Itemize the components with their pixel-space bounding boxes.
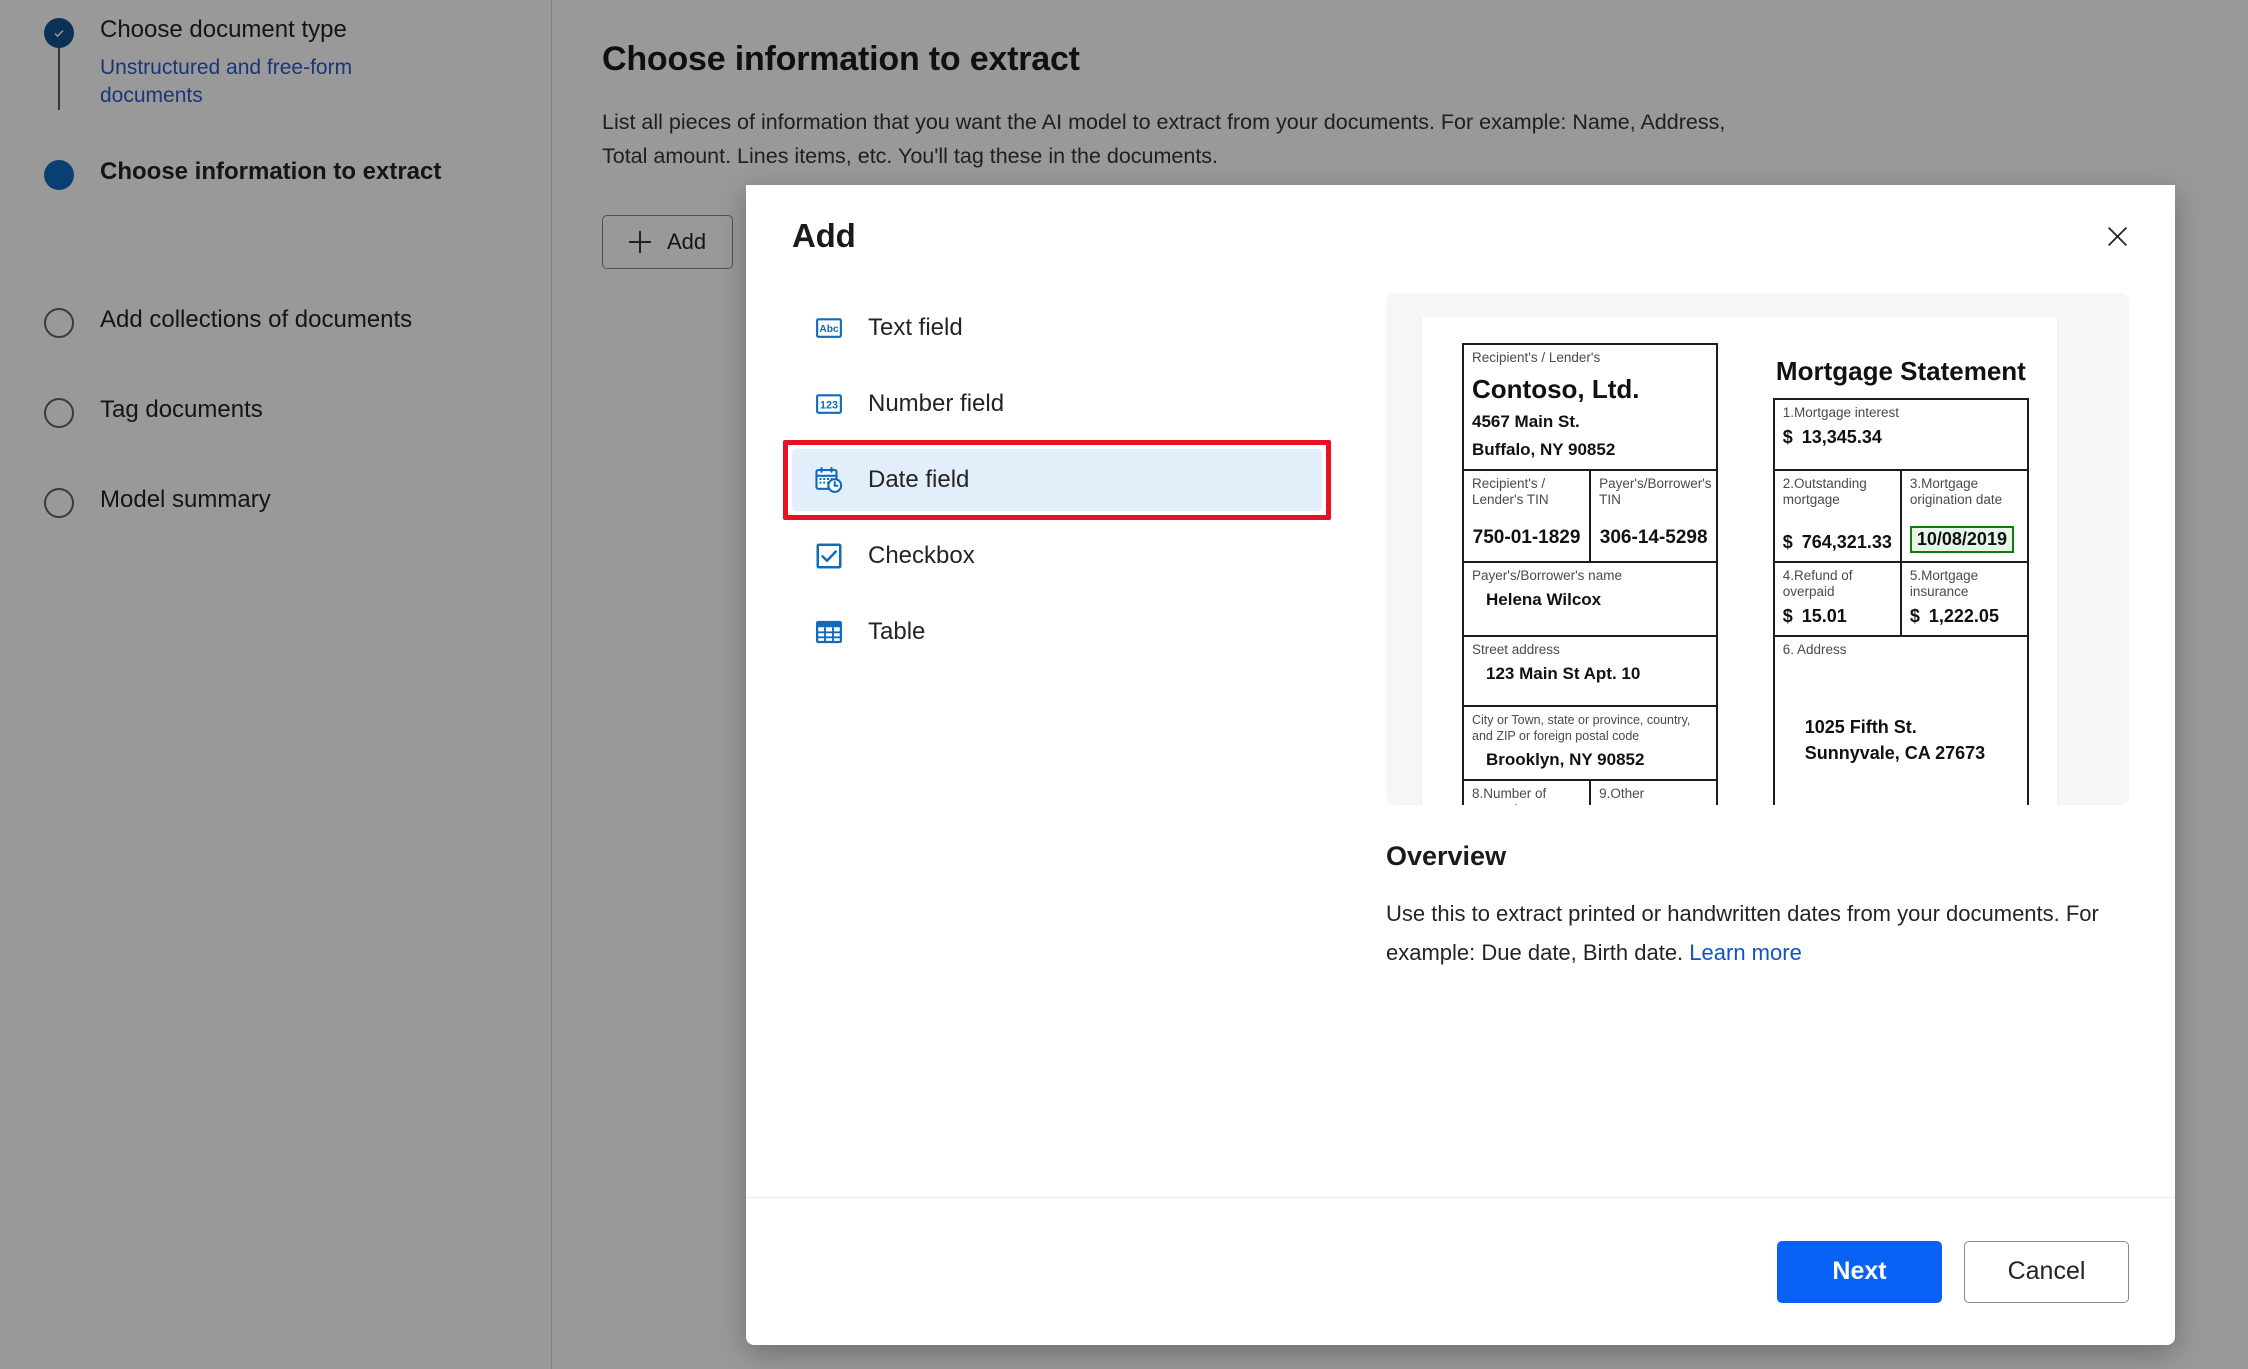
box3-label: 3.Mortgage origination date [1909,476,2003,507]
table-row: Payer's/Borrower's name Helena Wilcox 4.… [1461,561,2030,637]
field-type-date-field[interactable]: Date field [783,440,1331,520]
checkbox-icon [816,543,842,569]
table-icon [816,620,842,644]
box5-label: 5.Mortgage insurance [1909,568,1979,599]
dialog-header: Add [746,185,2175,255]
payer-name-label: Payer's/Borrower's name [1472,568,1622,583]
box1-label: 1.Mortgage interest [1782,405,1900,421]
field-type-checkbox[interactable]: Checkbox [792,525,1322,587]
city-label: City or Town, state or province, country… [1472,713,1691,743]
box9-label: 9.Other [1599,786,1645,801]
spacer-cell [1717,344,1774,470]
box5-cell: 5.Mortgage insurance $1,222.05 [1899,561,2030,637]
box9-cell: 9.Other [1589,779,1719,805]
box6-address: 1025 Fifth St. Sunnyvale, CA 27673 [1805,714,2019,766]
box1-value: 13,345.34 [1801,427,1882,448]
street-label: Street address [1472,642,1560,657]
field-type-table[interactable]: Table [792,601,1322,663]
learn-more-link[interactable]: Learn more [1689,940,1802,965]
preview-column: Recipient's / Lender's Contoso, Ltd. 456… [1322,293,2129,1197]
table-row: Recipient's / Lender's TIN 750-01-1829 P… [1461,469,2030,563]
field-type-label: Date field [868,466,970,493]
field-type-label: Number field [868,390,1005,417]
box6-cell: 6. Address 1025 Fifth St. Sunnyvale, CA … [1772,635,2030,805]
currency-symbol: $ [1782,532,1793,552]
box4-cell: 4.Refund of overpaid $15.01 [1772,561,1902,637]
recipient-name: Contoso, Ltd. [1472,374,1640,404]
overview-heading: Overview [1386,841,1507,871]
recipient-cell: Recipient's / Lender's Contoso, Ltd. 456… [1461,343,1719,471]
payer-name-cell: Payer's/Borrower's name Helena Wilcox [1461,561,1719,637]
box4-value: 15.01 [1801,606,1847,626]
recipient-tin-label: Recipient's / Lender's TIN [1472,476,1549,507]
box2-amount: $764,321.33 [1783,530,1892,554]
box8-cell: 8.Number of properties securing the mort… [1461,779,1592,805]
field-type-label: Text field [868,314,963,341]
dialog-title: Add [792,217,856,254]
street-cell: Street address 123 Main St Apt. 10 [1461,635,1719,707]
currency-symbol: $ [1782,427,1793,448]
box4-label: 4.Refund of overpaid [1782,568,1853,599]
box8-label: 8.Number of properties securing the mort… [1472,786,1547,805]
field-type-label: Checkbox [868,542,975,569]
sample-document-page: Recipient's / Lender's Contoso, Ltd. 456… [1422,317,2057,805]
payer-tin-value: 306-14-5298 [1599,527,1708,548]
cancel-button[interactable]: Cancel [1964,1240,2129,1303]
overview-text: Use this to extract printed or handwritt… [1386,894,2126,972]
box1-amount: $13,345.34 [1783,425,2019,449]
svg-text:Abc: Abc [819,324,839,335]
currency-symbol: $ [1782,606,1793,626]
text-field-icon: Abc [816,318,842,338]
payer-tin-label: Payer's/Borrower's TIN [1599,476,1712,507]
box5-amount: $1,222.05 [1910,604,2019,628]
table-row: Recipient's / Lender's Contoso, Ltd. 456… [1461,343,2028,471]
document-preview-frame: Recipient's / Lender's Contoso, Ltd. 456… [1386,293,2129,805]
recipient-city: Buffalo, NY 90852 [1472,440,1616,459]
box6-line1: 1025 Fifth St. [1804,717,1917,737]
number-field-icon: 123 [816,394,842,414]
payer-name-value: Helena Wilcox [1486,590,1602,609]
dialog-body: Abc Text field 123 Number field Date fie… [746,255,2175,1197]
box2-cell: 2.Outstanding mortgage $764,321.33 [1772,469,1902,563]
close-icon [2107,226,2127,246]
currency-symbol: $ [1909,606,1920,626]
statement-title-cell: Mortgage Statement [1774,344,2028,399]
field-type-number-field[interactable]: 123 Number field [792,373,1322,435]
street-value: 123 Main St Apt. 10 [1486,664,1641,683]
box6-line2: Sunnyvale, CA 27673 [1804,743,1986,763]
recipient-tin-value: 750-01-1829 [1472,527,1581,548]
box1-cell: 1.Mortgage interest $13,345.34 [1772,398,2030,471]
box5-value: 1,222.05 [1928,606,1999,626]
date-field-icon [815,466,843,493]
add-field-dialog: Add Abc Text field 123 Number field Date… [746,185,2175,1345]
app-root: Choose document type Unstructured and fr… [0,0,2248,1369]
field-type-list: Abc Text field 123 Number field Date fie… [783,293,1331,1197]
svg-text:123: 123 [820,399,838,411]
box2-label: 2.Outstanding mortgage [1782,476,1867,507]
payer-tin-cell: Payer's/Borrower's TIN 306-14-5298 [1589,469,1719,563]
box6-label: 6. Address [1782,642,1847,657]
box2-value: 764,321.33 [1801,532,1892,552]
close-button[interactable] [2093,212,2141,260]
extracted-date-highlight: 10/08/2019 [1909,526,2014,553]
recipient-label: Recipient's / Lender's [1472,350,1601,365]
recipient-street: 4567 Main St. [1472,412,1580,431]
field-type-label: Table [868,618,926,645]
spacer-cell [1717,470,1774,562]
next-button[interactable]: Next [1777,1240,1942,1303]
field-type-text-field[interactable]: Abc Text field [792,297,1322,359]
city-cell: City or Town, state or province, country… [1461,705,1719,781]
box4-amount: $15.01 [1783,604,1892,628]
statement-title: Mortgage Statement [1775,356,2026,386]
spacer-cell [1717,562,1774,805]
recipient-tin-cell: Recipient's / Lender's TIN 750-01-1829 [1461,469,1592,563]
box3-cell: 3.Mortgage origination date 10/08/2019 [1899,469,2030,563]
city-value: Brooklyn, NY 90852 [1486,750,1645,769]
mortgage-statement-form: Recipient's / Lender's Contoso, Ltd. 456… [1461,343,2030,805]
dialog-footer: Next Cancel [746,1198,2175,1345]
